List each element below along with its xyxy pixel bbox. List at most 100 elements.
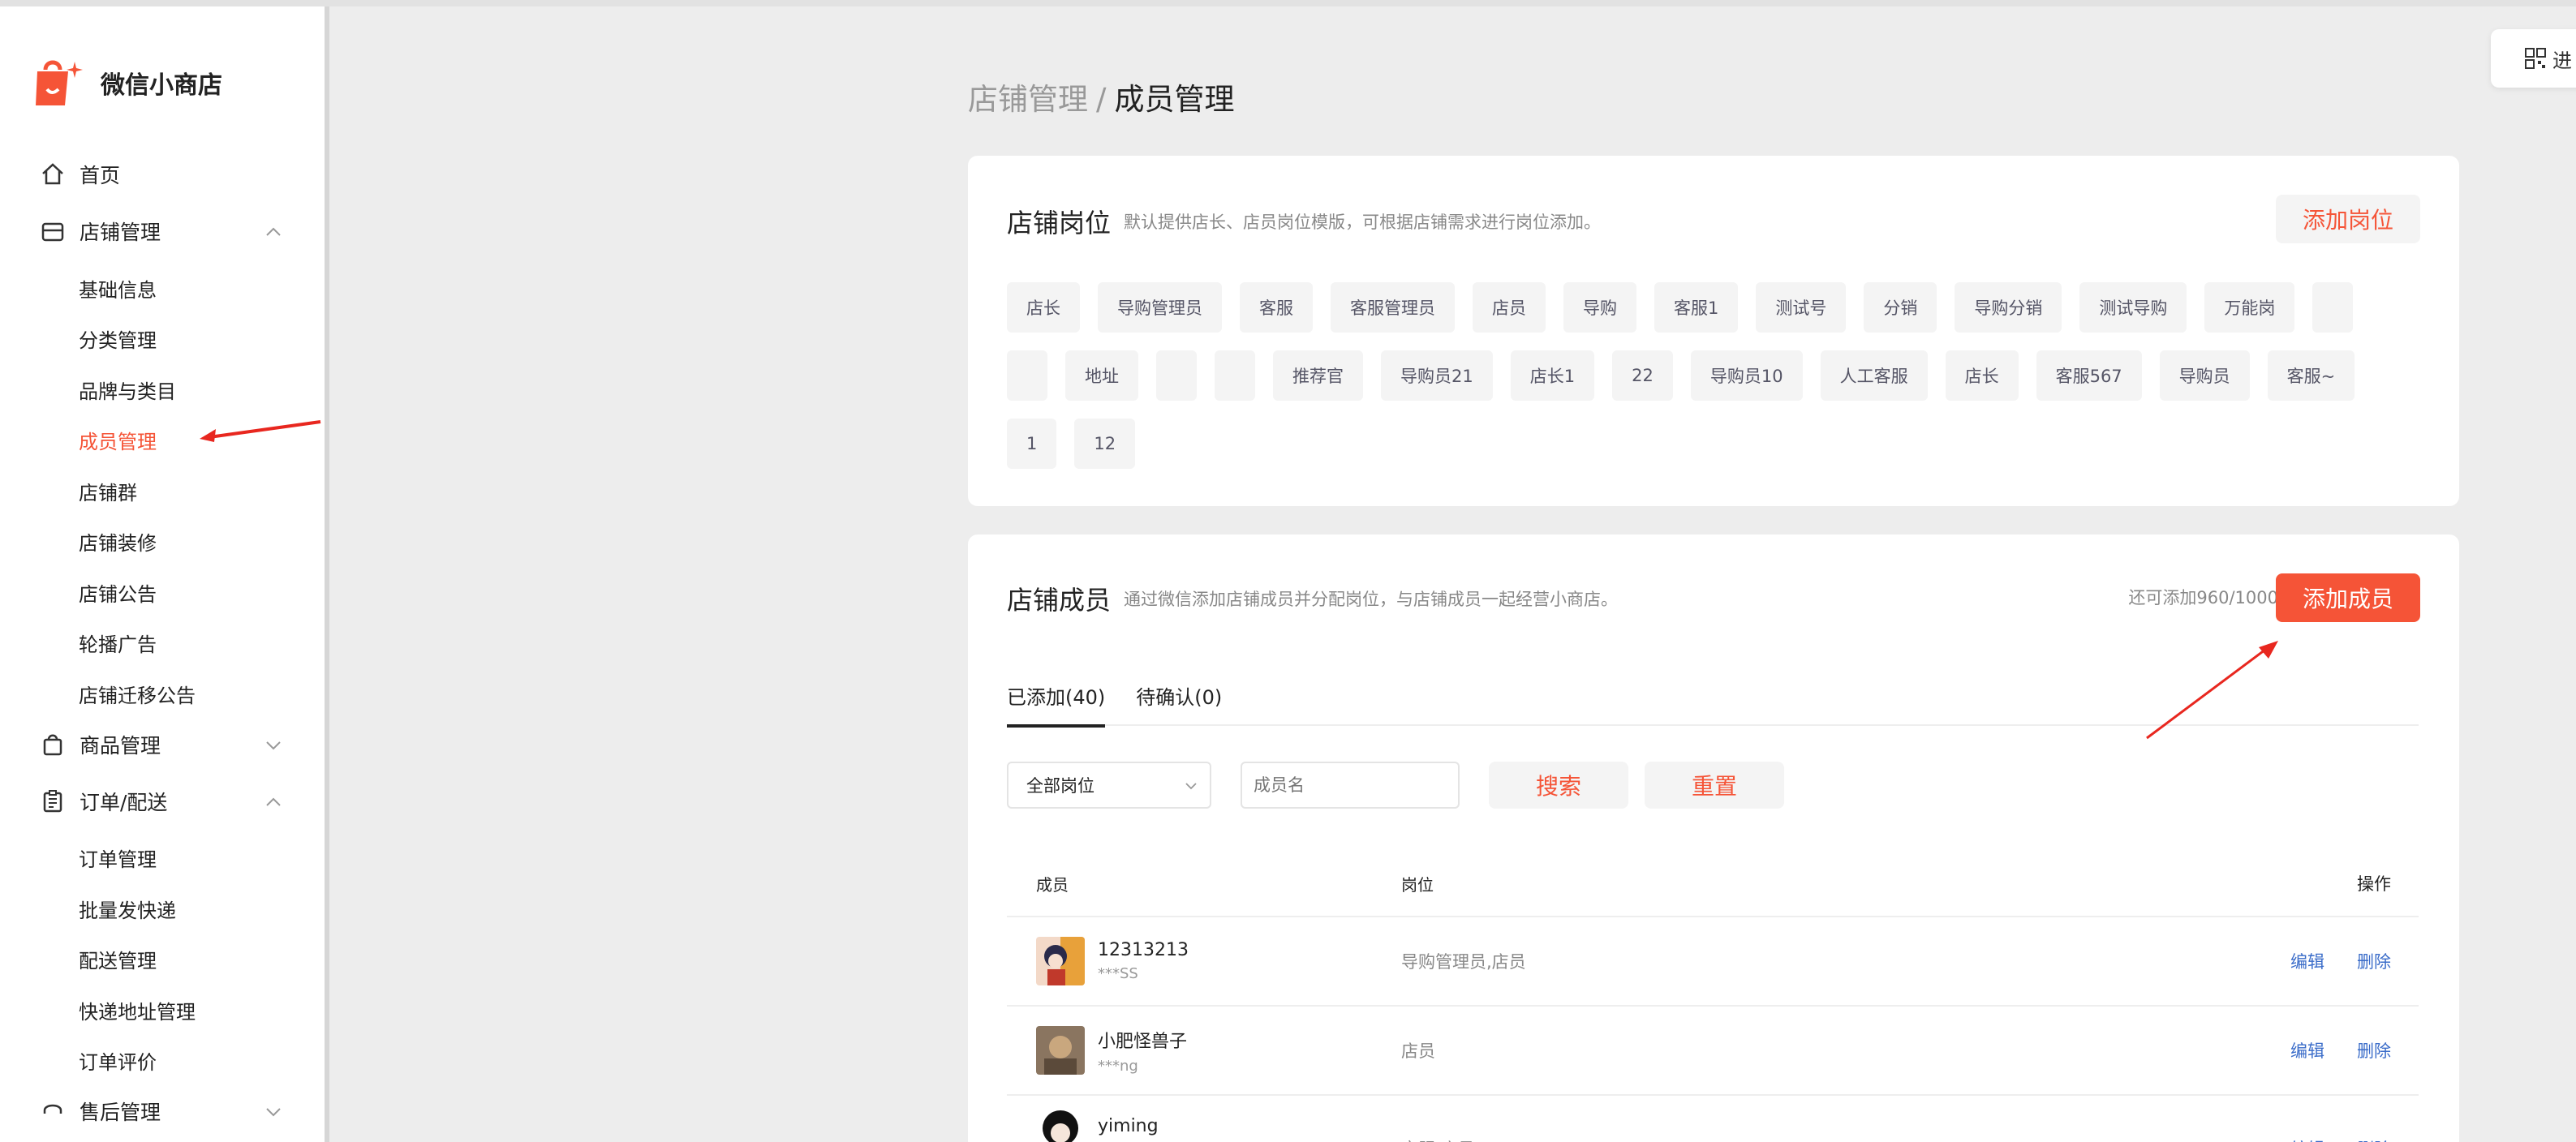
column-role: 岗位: [1401, 874, 1434, 895]
member-cell: 小肥怪兽子 ***ng: [1036, 1026, 1187, 1075]
delete-link[interactable]: 删除: [2357, 1038, 2391, 1063]
search-button[interactable]: 搜索: [1489, 762, 1628, 809]
members-desc: 通过微信添加店铺成员并分配岗位，与店铺成员一起经营小商店。: [1124, 590, 1618, 609]
sidebar-subitem-delivery[interactable]: 配送管理: [0, 934, 325, 985]
member-role: 导购管理员,店员: [1401, 952, 1526, 972]
sidebar-item-label: 订单/配送: [80, 790, 168, 814]
column-ops: 操作: [2357, 874, 2391, 894]
position-tag[interactable]: [1215, 350, 1255, 401]
position-tag[interactable]: 分销: [1864, 282, 1937, 333]
tab-pending[interactable]: 待确认(0): [1136, 664, 1222, 726]
position-tag[interactable]: [2312, 282, 2354, 333]
position-tag[interactable]: 22: [1612, 350, 1673, 401]
sidebar-subitem-basic-info[interactable]: 基础信息: [0, 263, 325, 314]
position-tag[interactable]: 店员: [1473, 282, 1546, 333]
sidebar-subitem-carousel[interactable]: 轮播广告: [0, 618, 325, 669]
sidebar-subitem-reviews[interactable]: 订单评价: [0, 1036, 325, 1087]
member-name: yiming: [1098, 1115, 1159, 1136]
reset-button[interactable]: 重置: [1645, 762, 1784, 809]
position-tag[interactable]: 客服: [1240, 282, 1313, 333]
float-entry-label: 进: [2552, 49, 2572, 72]
position-tag[interactable]: 客服1: [1654, 282, 1739, 333]
members-table: 成员 岗位 操作 12313213 ***SS 导购管理员,店员 编辑 删除 小…: [1007, 851, 2419, 1142]
member-name-input[interactable]: [1241, 762, 1460, 809]
sidebar-subitem-category[interactable]: 分类管理: [0, 314, 325, 365]
position-tag[interactable]: 导购员10: [1690, 350, 1803, 401]
brand-logo[interactable]: 微信小商店: [34, 57, 222, 109]
sidebar-item-after-sales[interactable]: 售后管理: [0, 1086, 325, 1136]
avatar: [1036, 1026, 1085, 1075]
position-tag[interactable]: [1156, 350, 1197, 401]
sidebar-item-label: 售后管理: [80, 1101, 161, 1124]
position-filter-select[interactable]: 全部岗位: [1007, 762, 1211, 809]
member-name: 小肥怪兽子: [1098, 1031, 1188, 1052]
annotation-arrow-right: [2146, 641, 2278, 740]
avatar: [1036, 1104, 1085, 1142]
position-tag-row: 店长 导购管理员 客服 客服管理员 店员 导购 客服1 测试号 分销 导购分销 测试导购 万能岗: [1007, 282, 2419, 333]
position-tag[interactable]: 导购管理员: [1098, 282, 1222, 333]
sidebar-subitem-store-group[interactable]: 店铺群: [0, 466, 325, 517]
member-name: 12313213: [1098, 940, 1189, 960]
add-member-button[interactable]: 添加成员: [2276, 573, 2420, 622]
position-tag[interactable]: 客服~: [2267, 350, 2355, 401]
table-row: yiming 客服,店员 编辑 删除: [1007, 1096, 2419, 1142]
sidebar-subitem-announcement[interactable]: 店铺公告: [0, 567, 325, 618]
member-account: ***ng: [1098, 1057, 1138, 1075]
sidebar-item-orders[interactable]: 订单/配送: [0, 776, 325, 826]
avatar: [1036, 937, 1085, 985]
sidebar-subitem-address[interactable]: 快递地址管理: [0, 985, 325, 1036]
position-tag[interactable]: 地址: [1065, 350, 1138, 401]
edit-link[interactable]: 编辑: [2290, 1038, 2324, 1063]
store-icon: [41, 219, 65, 243]
delete-link[interactable]: 删除: [2357, 949, 2391, 973]
add-position-button[interactable]: 添加岗位: [2276, 195, 2420, 243]
position-tag[interactable]: 12: [1074, 419, 1136, 469]
position-tag[interactable]: 万能岗: [2204, 282, 2295, 333]
chevron-down-icon: [264, 1102, 282, 1120]
sidebar-item-store-management[interactable]: 店铺管理: [0, 206, 325, 256]
sidebar-item-home[interactable]: 首页: [0, 149, 325, 200]
select-value: 全部岗位: [1026, 776, 1094, 796]
chevron-down-icon: [1184, 778, 1198, 792]
sidebar-item-goods[interactable]: 商品管理: [0, 719, 325, 770]
headset-icon: [41, 1099, 65, 1123]
position-tag[interactable]: 测试导购: [2079, 282, 2187, 333]
position-tag[interactable]: 1: [1007, 419, 1057, 469]
sidebar-subitem-batch-ship[interactable]: 批量发快递: [0, 883, 325, 934]
position-tag[interactable]: 店长1: [1510, 350, 1595, 401]
edit-link[interactable]: 编辑: [2290, 949, 2324, 973]
breadcrumb: 店铺管理 / 成员管理: [968, 75, 1234, 118]
position-tag[interactable]: 人工客服: [1820, 350, 1928, 401]
row-actions: 编辑 删除: [2290, 1038, 2391, 1063]
sidebar-subitem-migration[interactable]: 店铺迁移公告: [0, 668, 325, 719]
breadcrumb-current: 成员管理: [1114, 82, 1235, 117]
position-tag[interactable]: 店长: [1945, 350, 2019, 401]
position-tag[interactable]: 客服管理员: [1331, 282, 1455, 333]
position-tag[interactable]: 店长: [1007, 282, 1080, 333]
float-entry-button[interactable]: 进: [2491, 29, 2576, 88]
position-tag[interactable]: [1007, 350, 1047, 401]
members-title: 店铺成员: [1007, 585, 1112, 616]
positions-title: 店铺岗位: [1007, 208, 1112, 238]
position-tag[interactable]: 导购: [1563, 282, 1636, 333]
tab-added[interactable]: 已添加(40): [1007, 664, 1106, 728]
breadcrumb-parent[interactable]: 店铺管理: [968, 82, 1088, 117]
position-tag[interactable]: 导购员: [2159, 350, 2250, 401]
position-tag[interactable]: 客服567: [2036, 350, 2142, 401]
annotation-arrow-left: [200, 420, 321, 442]
sidebar-subitem-decoration[interactable]: 店铺装修: [0, 517, 325, 568]
position-tag[interactable]: 推荐官: [1273, 350, 1363, 401]
sidebar-subitem-brand[interactable]: 品牌与类目: [0, 364, 325, 415]
positions-card: 店铺岗位 默认提供店长、店员岗位模版，可根据店铺需求进行岗位添加。 添加岗位 店…: [968, 156, 2459, 506]
row-actions: 编辑 删除: [2290, 949, 2391, 973]
sidebar-item-label: 商品管理: [80, 733, 161, 758]
members-card: 店铺成员 通过微信添加店铺成员并分配岗位，与店铺成员一起经营小商店。 还可添加9…: [968, 535, 2459, 1142]
position-tag[interactable]: 测试号: [1756, 282, 1847, 333]
delete-link[interactable]: 删除: [2357, 1136, 2391, 1142]
sidebar-subitem-orders[interactable]: 订单管理: [0, 833, 325, 884]
table-row: 小肥怪兽子 ***ng 店员 编辑 删除: [1007, 1007, 2419, 1096]
position-tag[interactable]: 导购分销: [1955, 282, 2062, 333]
edit-link[interactable]: 编辑: [2290, 1136, 2324, 1142]
position-tags: 店长 导购管理员 客服 客服管理员 店员 导购 客服1 测试号 分销 导购分销 测试导购 万能岗 地址推…: [1007, 282, 2419, 487]
position-tag[interactable]: 导购员21: [1381, 350, 1493, 401]
